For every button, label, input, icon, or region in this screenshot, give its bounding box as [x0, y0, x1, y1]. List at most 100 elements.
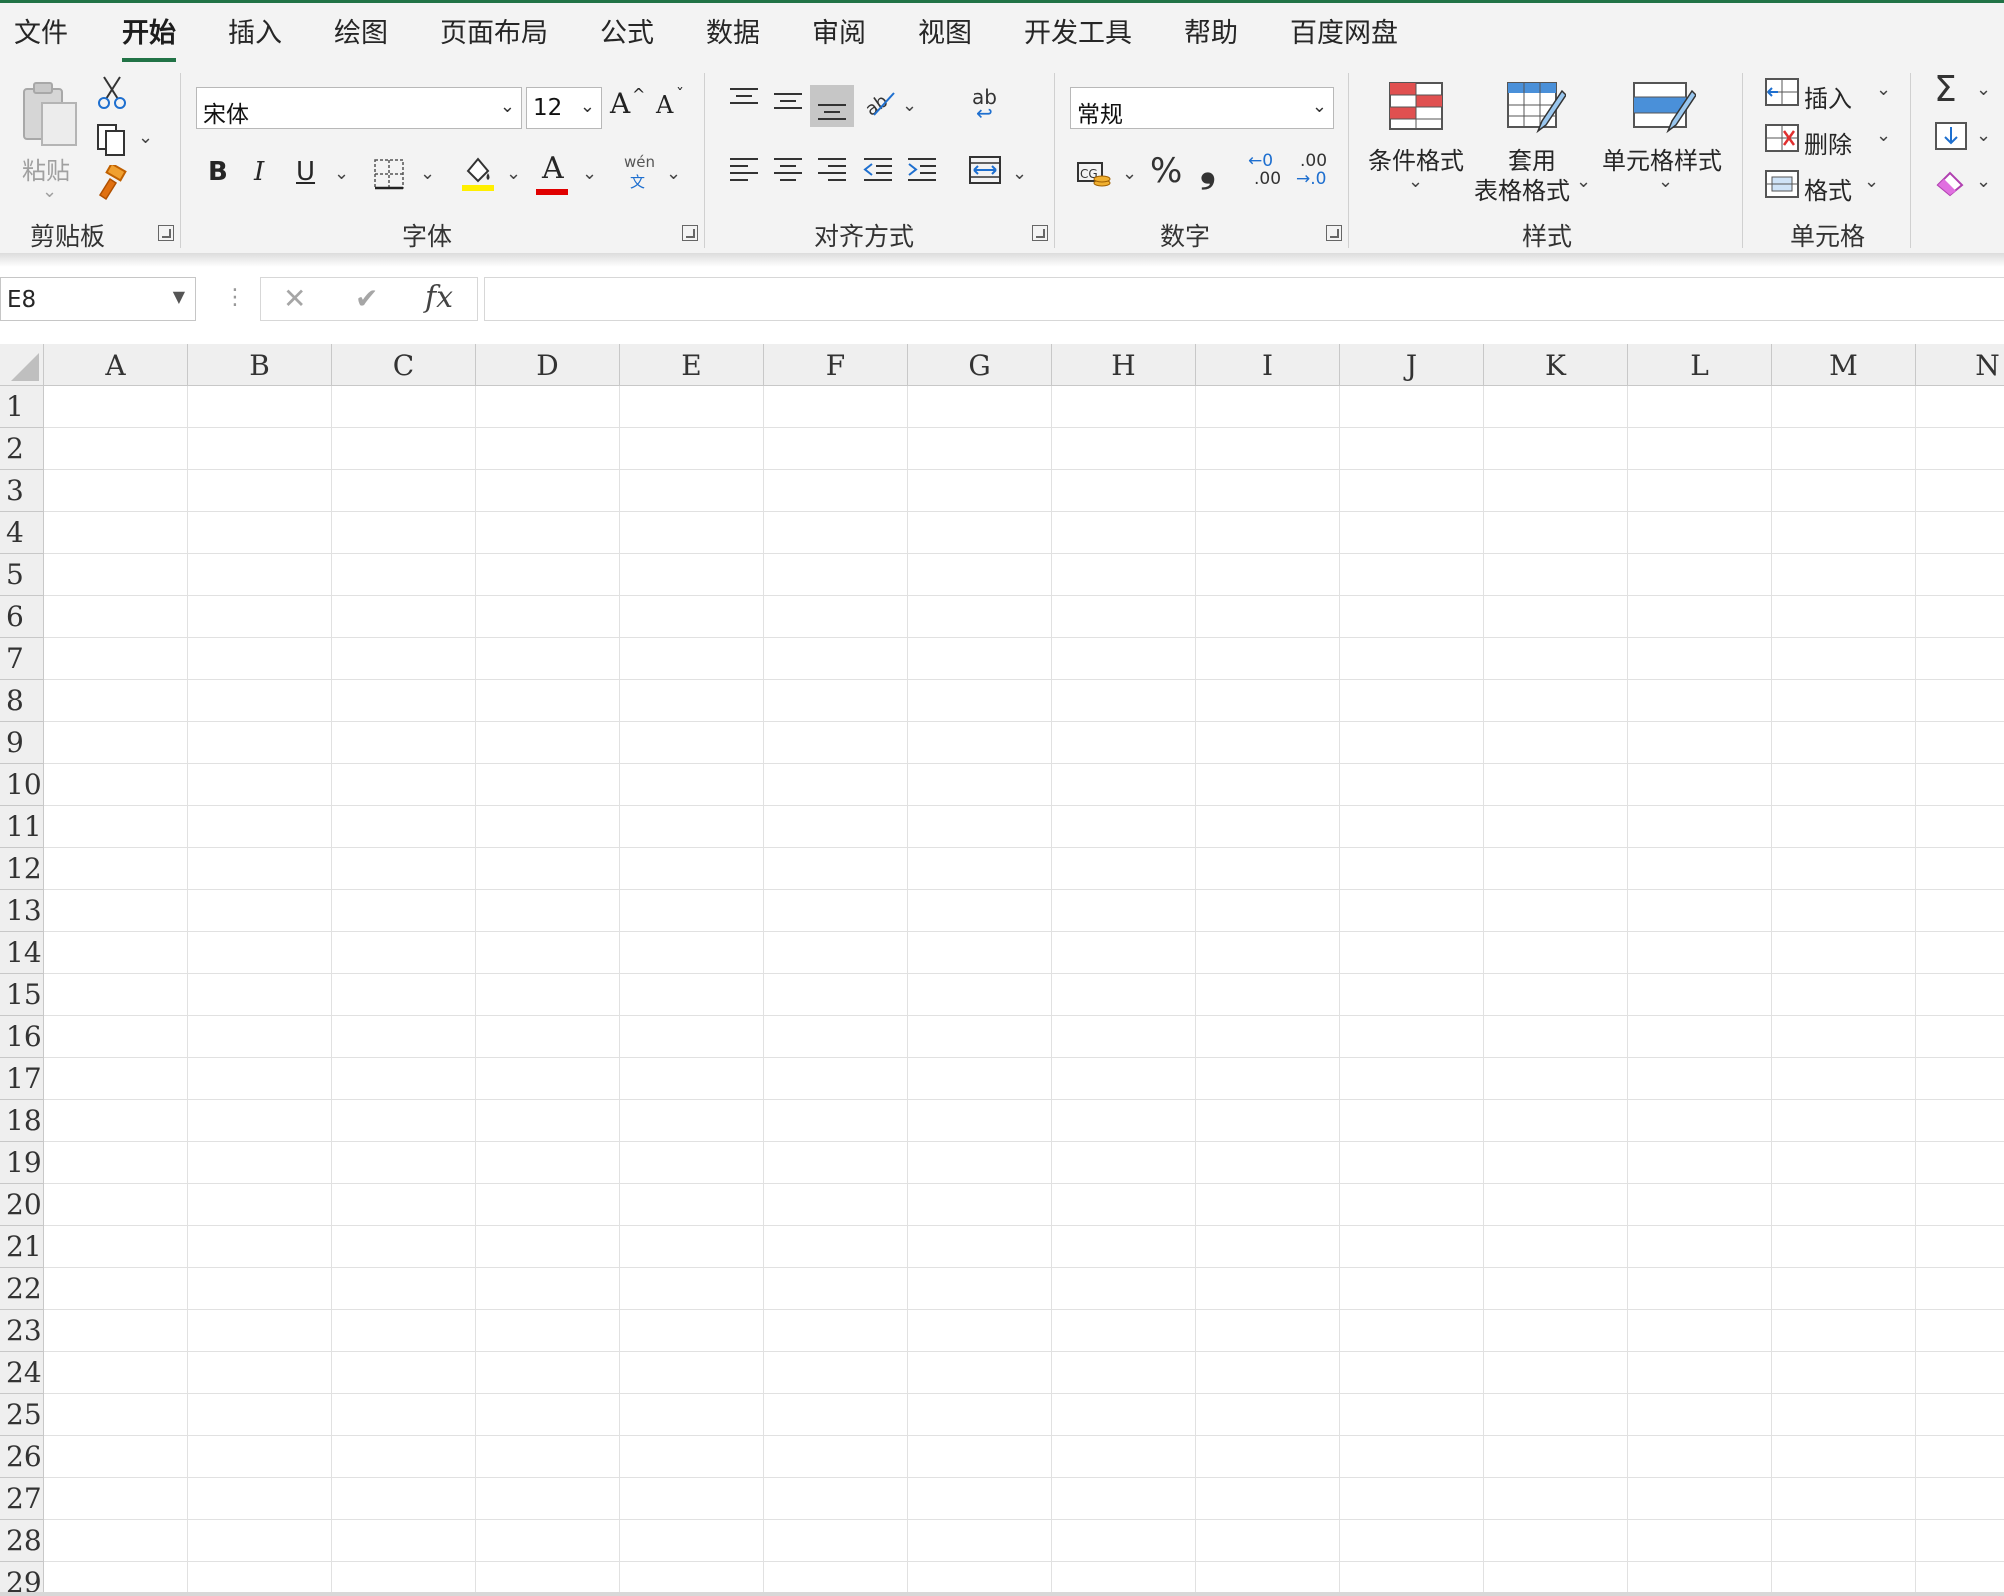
- merge-dropdown-icon[interactable]: ⌄: [1012, 163, 1027, 184]
- orientation-dropdown-icon[interactable]: ⌄: [902, 95, 917, 116]
- column-header[interactable]: F: [764, 344, 908, 386]
- borders-dropdown-icon[interactable]: ⌄: [420, 163, 435, 184]
- font-color-button[interactable]: A: [534, 149, 574, 197]
- underline-button[interactable]: U: [296, 157, 315, 187]
- column-header[interactable]: E: [620, 344, 764, 386]
- decrease-font-button[interactable]: A ˇ: [656, 85, 692, 131]
- cell-styles-button[interactable]: 单元格样式 ⌄: [1598, 75, 1728, 205]
- column-header[interactable]: D: [476, 344, 620, 386]
- tab-insert[interactable]: 插入: [228, 11, 282, 50]
- align-top-icon[interactable]: [728, 85, 760, 117]
- horizontal-scrollbar[interactable]: [0, 1592, 2004, 1596]
- name-box[interactable]: E8 ▼: [0, 277, 196, 321]
- row-header[interactable]: 25: [0, 1394, 44, 1436]
- clear-dropdown-icon[interactable]: ⌄: [1976, 171, 1991, 192]
- tab-review[interactable]: 审阅: [812, 11, 866, 50]
- row-header[interactable]: 1: [0, 386, 44, 428]
- number-format-select[interactable]: 常规 ⌄: [1070, 87, 1334, 129]
- italic-button[interactable]: I: [254, 157, 264, 187]
- bold-button[interactable]: B: [208, 157, 228, 187]
- tab-home[interactable]: 开始: [122, 11, 176, 62]
- accounting-dropdown-icon[interactable]: ⌄: [1122, 163, 1137, 184]
- delete-cells-button[interactable]: 删除 ⌄: [1764, 119, 1894, 159]
- align-center-icon[interactable]: [772, 153, 804, 185]
- row-header[interactable]: 15: [0, 974, 44, 1016]
- format-cells-button[interactable]: 格式 ⌄: [1764, 165, 1894, 205]
- paste-button[interactable]: 粘贴 ⌄: [14, 75, 84, 205]
- merge-center-icon[interactable]: [968, 153, 1002, 187]
- clear-eraser-icon[interactable]: [1934, 167, 1968, 197]
- tab-page-layout[interactable]: 页面布局: [440, 11, 548, 50]
- cancel-entry-icon[interactable]: ✕: [283, 282, 306, 315]
- phonetic-dropdown-icon[interactable]: ⌄: [666, 163, 681, 184]
- row-header[interactable]: 5: [0, 554, 44, 596]
- row-header[interactable]: 4: [0, 512, 44, 554]
- select-all-button[interactable]: [0, 344, 44, 386]
- column-header[interactable]: I: [1196, 344, 1340, 386]
- align-right-icon[interactable]: [816, 153, 848, 185]
- phonetic-button[interactable]: wén 文: [622, 153, 662, 193]
- comma-style-button[interactable]: ❟: [1200, 145, 1216, 191]
- confirm-entry-icon[interactable]: ✔: [355, 282, 378, 315]
- row-header[interactable]: 11: [0, 806, 44, 848]
- row-header[interactable]: 27: [0, 1478, 44, 1520]
- row-header[interactable]: 14: [0, 932, 44, 974]
- underline-dropdown-icon[interactable]: ⌄: [334, 163, 349, 184]
- cell-grid[interactable]: [44, 386, 2004, 1596]
- conditional-formatting-button[interactable]: 条件格式 ⌄: [1366, 75, 1466, 205]
- font-launcher-icon[interactable]: [682, 225, 698, 241]
- fill-down-icon[interactable]: [1934, 121, 1968, 151]
- row-header[interactable]: 19: [0, 1142, 44, 1184]
- decrease-decimal-button[interactable]: .00 →.0: [1296, 151, 1332, 191]
- column-header[interactable]: C: [332, 344, 476, 386]
- increase-indent-icon[interactable]: [906, 153, 938, 185]
- accounting-format-icon[interactable]: CG: [1076, 157, 1112, 191]
- autosum-button[interactable]: Σ: [1934, 69, 1957, 110]
- row-header[interactable]: 6: [0, 596, 44, 638]
- row-header[interactable]: 24: [0, 1352, 44, 1394]
- orientation-icon[interactable]: ab: [862, 85, 898, 121]
- tab-developer[interactable]: 开发工具: [1024, 11, 1132, 50]
- row-header[interactable]: 28: [0, 1520, 44, 1562]
- align-bottom-button[interactable]: [810, 85, 854, 127]
- row-header[interactable]: 7: [0, 638, 44, 680]
- autosum-dropdown-icon[interactable]: ⌄: [1976, 79, 1991, 100]
- tab-view[interactable]: 视图: [918, 11, 972, 50]
- row-header[interactable]: 20: [0, 1184, 44, 1226]
- row-header[interactable]: 21: [0, 1226, 44, 1268]
- fill-dropdown-icon[interactable]: ⌄: [1976, 125, 1991, 146]
- tab-baidu-netdisk[interactable]: 百度网盘: [1290, 11, 1398, 50]
- row-header[interactable]: 17: [0, 1058, 44, 1100]
- wrap-text-button[interactable]: ab ↩: [970, 85, 1010, 125]
- column-header[interactable]: G: [908, 344, 1052, 386]
- percent-button[interactable]: %: [1150, 151, 1182, 191]
- row-header[interactable]: 22: [0, 1268, 44, 1310]
- tab-data[interactable]: 数据: [706, 11, 760, 50]
- font-size-select[interactable]: 12 ⌄: [526, 87, 602, 129]
- tab-draw[interactable]: 绘图: [334, 11, 388, 50]
- column-header[interactable]: A: [44, 344, 188, 386]
- fill-color-dropdown-icon[interactable]: ⌄: [506, 163, 521, 184]
- increase-font-button[interactable]: A ^: [610, 85, 646, 127]
- column-header[interactable]: K: [1484, 344, 1628, 386]
- row-header[interactable]: 2: [0, 428, 44, 470]
- tab-formulas[interactable]: 公式: [600, 11, 654, 50]
- column-header[interactable]: J: [1340, 344, 1484, 386]
- align-left-icon[interactable]: [728, 153, 760, 185]
- format-painter-icon[interactable]: [94, 165, 130, 201]
- row-header[interactable]: 12: [0, 848, 44, 890]
- row-header[interactable]: 29: [0, 1562, 44, 1596]
- row-header[interactable]: 10: [0, 764, 44, 806]
- clipboard-launcher-icon[interactable]: [158, 225, 174, 241]
- name-box-dropdown-icon[interactable]: ▼: [173, 287, 185, 306]
- column-header[interactable]: M: [1772, 344, 1916, 386]
- row-header[interactable]: 9: [0, 722, 44, 764]
- column-header[interactable]: N: [1916, 344, 2004, 386]
- cut-icon[interactable]: [94, 75, 130, 111]
- insert-function-icon[interactable]: fx: [425, 280, 453, 315]
- borders-icon[interactable]: [372, 157, 406, 191]
- formula-input[interactable]: [484, 277, 2004, 321]
- increase-decimal-button[interactable]: ←0 .00: [1248, 151, 1284, 191]
- row-header[interactable]: 16: [0, 1016, 44, 1058]
- column-header[interactable]: H: [1052, 344, 1196, 386]
